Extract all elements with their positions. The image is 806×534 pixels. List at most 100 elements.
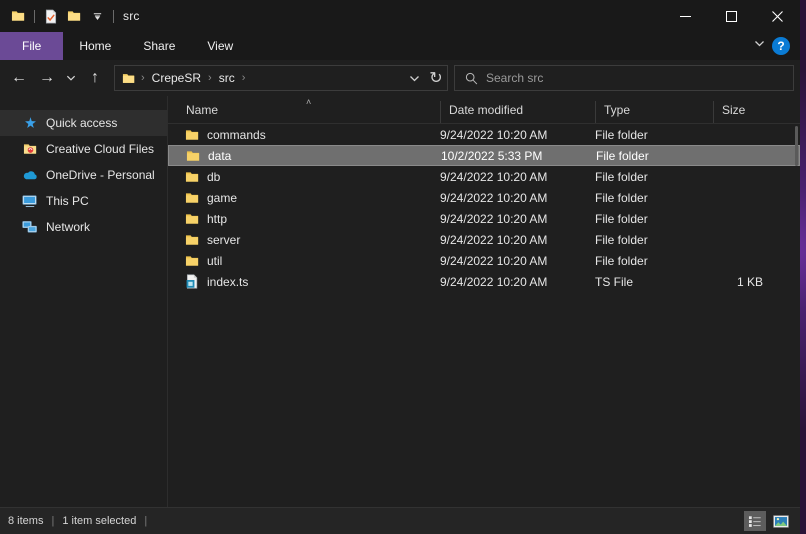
qat-separator-1 xyxy=(34,9,35,23)
file-explorer-window: src File Home Share View ? ← → ↑ › Crepe… xyxy=(0,0,800,534)
sort-ascending-caret-icon: ˄ xyxy=(306,97,312,107)
chevron-down-icon[interactable] xyxy=(753,37,766,55)
refresh-icon[interactable]: ↻ xyxy=(425,67,447,89)
table-row[interactable]: commands 9/24/2022 10:20 AM File folder xyxy=(168,124,800,145)
file-rows: commands 9/24/2022 10:20 AM File folder … xyxy=(168,124,800,507)
file-name: db xyxy=(207,169,221,184)
address-bar[interactable]: › CrepeSR › src › ↻ xyxy=(114,65,448,91)
file-size: 1 KB xyxy=(736,274,763,289)
sidebar-item-label: OneDrive - Personal xyxy=(46,168,155,182)
folder-icon xyxy=(184,127,200,143)
file-type: File folder xyxy=(595,253,648,268)
tab-file[interactable]: File xyxy=(0,32,64,60)
network-icon xyxy=(22,219,38,235)
screen: src File Home Share View ? ← → ↑ › Crepe… xyxy=(0,0,806,534)
large-icons-view-button[interactable] xyxy=(770,511,792,531)
file-name: index.ts xyxy=(207,274,249,289)
file-date: 9/24/2022 10:20 AM xyxy=(440,211,548,226)
table-row[interactable]: game 9/24/2022 10:20 AM File folder xyxy=(168,187,800,208)
address-bar-row: ← → ↑ › CrepeSR › src › ↻ Search src xyxy=(0,60,800,96)
file-date: 9/24/2022 10:20 AM xyxy=(440,274,548,289)
sidebar-item-network[interactable]: Network xyxy=(0,214,167,240)
new-folder-icon[interactable] xyxy=(64,6,84,26)
breadcrumb-item-src[interactable]: src xyxy=(216,70,238,86)
tab-share[interactable]: Share xyxy=(127,32,191,60)
folder-icon xyxy=(184,190,200,206)
file-name: commands xyxy=(207,127,266,142)
sidebar-item-quick-access[interactable]: Quick access xyxy=(0,110,167,136)
column-header-size[interactable]: Size xyxy=(713,101,791,123)
file-type: File folder xyxy=(595,127,648,142)
table-row[interactable]: data 10/2/2022 5:33 PM File folder xyxy=(168,145,800,166)
search-input[interactable]: Search src xyxy=(486,71,543,85)
ribbon-tab-bar: File Home Share View ? xyxy=(0,32,800,60)
window-title: src xyxy=(123,9,140,23)
sidebar-item-onedrive-personal[interactable]: OneDrive - Personal xyxy=(0,162,167,188)
creative-cloud-folder-icon xyxy=(22,141,38,157)
folder-icon[interactable] xyxy=(8,6,28,26)
file-type: File folder xyxy=(596,148,649,163)
qat-separator-2 xyxy=(113,9,114,23)
maximize-button[interactable] xyxy=(708,0,754,32)
navigation-pane: Quick access Creative Cloud Files OneDri… xyxy=(0,96,168,507)
properties-icon[interactable] xyxy=(41,6,61,26)
folder-icon xyxy=(184,169,200,185)
file-date: 10/2/2022 5:33 PM xyxy=(441,148,543,163)
sidebar-item-creative-cloud-files[interactable]: Creative Cloud Files xyxy=(0,136,167,162)
column-header-name[interactable]: Name xyxy=(168,101,440,123)
breadcrumb-separator-2[interactable]: › xyxy=(240,72,248,84)
file-name: util xyxy=(207,253,223,268)
file-date: 9/24/2022 10:20 AM xyxy=(440,232,548,247)
back-button[interactable]: ← xyxy=(6,65,32,91)
status-bar: 8 items | 1 item selected | xyxy=(0,507,800,534)
table-row[interactable]: http 9/24/2022 10:20 AM File folder xyxy=(168,208,800,229)
file-type: File folder xyxy=(595,190,648,205)
file-name: game xyxy=(207,190,238,205)
breadcrumb-item-crepesr[interactable]: CrepeSR xyxy=(149,70,204,86)
file-name: data xyxy=(208,148,232,163)
breadcrumb-folder-icon[interactable] xyxy=(121,70,137,86)
file-date: 9/24/2022 10:20 AM xyxy=(440,190,548,205)
folder-icon xyxy=(184,253,200,269)
file-name: server xyxy=(207,232,241,247)
status-separator-1: | xyxy=(51,515,55,527)
status-separator-2: | xyxy=(144,515,148,527)
column-header-type[interactable]: Type xyxy=(595,101,713,123)
folder-icon xyxy=(185,148,201,164)
table-row[interactable]: db 9/24/2022 10:20 AM File folder xyxy=(168,166,800,187)
breadcrumb-separator-1[interactable]: › xyxy=(206,72,214,84)
file-date: 9/24/2022 10:20 AM xyxy=(440,127,548,142)
vertical-scrollbar[interactable] xyxy=(795,126,798,166)
recent-locations-button[interactable] xyxy=(62,65,80,91)
close-button[interactable] xyxy=(754,0,800,32)
help-button[interactable]: ? xyxy=(772,37,790,55)
search-box[interactable]: Search src xyxy=(454,65,794,91)
table-row[interactable]: server 9/24/2022 10:20 AM File folder xyxy=(168,229,800,250)
file-type: File folder xyxy=(595,169,648,184)
item-count-label: 8 items xyxy=(8,515,44,527)
details-view-button[interactable] xyxy=(744,511,766,531)
title-bar: src xyxy=(0,0,800,32)
file-date: 9/24/2022 10:20 AM xyxy=(440,169,548,184)
breadcrumb-separator-0[interactable]: › xyxy=(139,72,147,84)
tab-view[interactable]: View xyxy=(191,32,249,60)
window-controls xyxy=(662,0,800,32)
table-row[interactable]: index.ts 9/24/2022 10:20 AM TS File 1 KB xyxy=(168,271,800,292)
customize-quick-access-chevron-icon[interactable] xyxy=(87,6,107,26)
file-type: File folder xyxy=(595,232,648,247)
search-icon xyxy=(463,70,479,86)
star-icon xyxy=(22,115,38,131)
breadcrumb: › CrepeSR › src › xyxy=(115,70,403,86)
file-type: TS File xyxy=(595,274,634,289)
up-button[interactable]: ↑ xyxy=(82,65,108,91)
forward-button[interactable]: → xyxy=(34,65,60,91)
tab-home[interactable]: Home xyxy=(63,32,127,60)
file-date: 9/24/2022 10:20 AM xyxy=(440,253,548,268)
table-row[interactable]: util 9/24/2022 10:20 AM File folder xyxy=(168,250,800,271)
column-header-date-modified[interactable]: Date modified xyxy=(440,101,595,123)
address-dropdown-icon[interactable] xyxy=(403,67,425,89)
sidebar-item-this-pc[interactable]: This PC xyxy=(0,188,167,214)
column-headers: ˄ Name Date modified Type Size xyxy=(168,96,800,124)
minimize-button[interactable] xyxy=(662,0,708,32)
sidebar-item-label: Creative Cloud Files xyxy=(46,142,155,156)
